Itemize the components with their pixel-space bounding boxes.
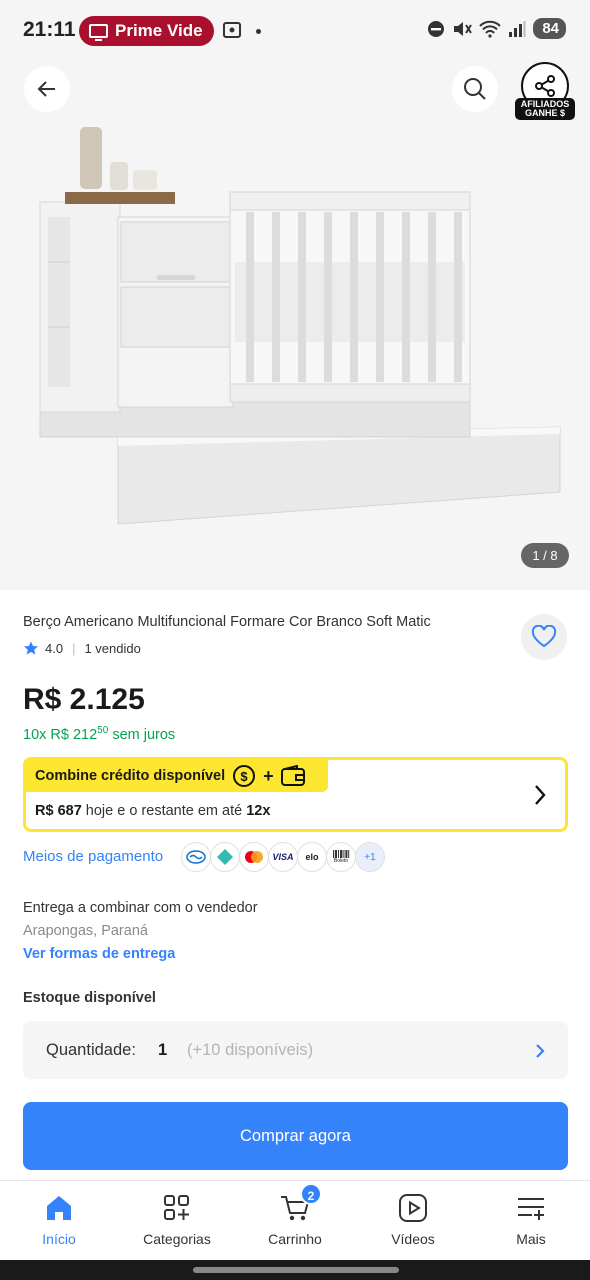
- stock-title: Estoque disponível: [23, 990, 156, 1006]
- installments: 10x R$ 21250 sem juros: [23, 725, 175, 743]
- mute-icon: [454, 21, 473, 36]
- nav-categories-label: Categorias: [143, 1231, 211, 1247]
- credit-description: hoje e o restante em até: [85, 803, 243, 819]
- share-icon: [535, 75, 555, 97]
- prime-video-label: Prime Vide: [115, 21, 203, 40]
- search-icon: [464, 78, 486, 100]
- status-right: 84: [427, 18, 566, 39]
- boleto-text: Boleto: [333, 858, 349, 864]
- visa-text: VISA: [272, 852, 294, 862]
- video-icon: [394, 1191, 432, 1225]
- nav-home[interactable]: Início: [0, 1181, 118, 1261]
- rating-value: 4.0: [45, 640, 64, 656]
- chevron-right-icon: [536, 1044, 545, 1058]
- sold-count: 1 vendido: [84, 640, 141, 656]
- nav-home-label: Início: [42, 1231, 76, 1247]
- elo-icon: elo: [297, 842, 327, 872]
- installments-cents: 50: [97, 725, 109, 736]
- status-bar: 21:11 Prime Vide 84: [0, 0, 590, 62]
- tv-icon: [89, 24, 108, 41]
- rating-separator: |: [72, 640, 76, 656]
- back-button[interactable]: [24, 66, 70, 112]
- wallet-icon: [280, 765, 305, 786]
- delivery-options-link[interactable]: Ver formas de entrega: [23, 946, 175, 962]
- credit-offer-card[interactable]: Combine crédito disponível $ + R$ 687 ho…: [23, 757, 568, 832]
- nav-categories[interactable]: Categorias: [118, 1181, 236, 1261]
- quantity-selector[interactable]: Quantidade: 1 (+10 disponíveis): [23, 1021, 568, 1079]
- delivery-location: Arapongas, Paraná: [23, 923, 148, 939]
- mercadopago-icon: [181, 842, 211, 872]
- payment-methods-link[interactable]: Meios de pagamento: [23, 848, 163, 865]
- favorite-button[interactable]: [521, 614, 567, 660]
- plus-sign: +: [263, 765, 274, 786]
- home-icon: [40, 1191, 78, 1225]
- product-title: Berço Americano Multifuncional Formare C…: [23, 614, 431, 630]
- product-gallery[interactable]: AFILIADOS GANHE $ 1 / 8: [0, 62, 590, 590]
- signal-icon: [509, 20, 526, 37]
- price: R$ 2.125: [23, 683, 145, 716]
- status-time: 21:11: [23, 18, 76, 41]
- search-button[interactable]: [452, 66, 498, 112]
- credit-amount: R$ 687: [35, 803, 82, 819]
- installments-amount: 10x R$ 212: [23, 726, 98, 743]
- boleto-icon: Boleto: [326, 842, 356, 872]
- delivery-title: Entrega a combinar com o vendedor: [23, 900, 258, 916]
- quantity-value: 1: [158, 1041, 168, 1059]
- mastercard-icon: [239, 842, 269, 872]
- screen-cast-icon: [223, 22, 241, 38]
- visa-icon: VISA: [268, 842, 298, 872]
- buy-now-button[interactable]: Comprar agora: [23, 1102, 568, 1170]
- affiliate-badge[interactable]: AFILIADOS GANHE $: [515, 98, 575, 120]
- categories-icon: [158, 1191, 196, 1225]
- quantity-label: Quantidade:: [46, 1041, 136, 1059]
- payment-icons[interactable]: VISA elo Boleto +1: [181, 842, 385, 872]
- elo-text: elo: [305, 852, 319, 862]
- pix-icon: [210, 842, 240, 872]
- nav-cart-label: Carrinho: [268, 1231, 322, 1247]
- back-arrow-icon: [37, 81, 55, 97]
- chevron-right-icon: [535, 785, 546, 805]
- wifi-icon: [479, 20, 502, 38]
- coin-icon: $: [233, 765, 256, 787]
- prime-video-pill[interactable]: Prime Vide: [79, 16, 214, 46]
- notification-dot: [256, 29, 261, 34]
- nav-videos[interactable]: Vídeos: [354, 1181, 472, 1261]
- home-gesture-pill[interactable]: [193, 1267, 399, 1273]
- heart-icon: [531, 625, 557, 648]
- gesture-bar: [0, 1260, 590, 1280]
- rating-row[interactable]: 4.0 | 1 vendido: [23, 640, 141, 656]
- credit-text: R$ 687 hoje e o restante em até 12x: [35, 803, 270, 819]
- svg-text:$: $: [241, 769, 249, 784]
- cart-badge: 2: [300, 1183, 322, 1205]
- nav-more-label: Mais: [516, 1231, 546, 1247]
- installments-suffix: sem juros: [112, 726, 176, 743]
- credit-banner-label: Combine crédito disponível: [35, 768, 226, 784]
- star-icon: [24, 641, 38, 655]
- image-counter: 1 / 8: [521, 543, 569, 568]
- credit-banner: Combine crédito disponível $ +: [26, 760, 328, 792]
- product-photo[interactable]: [30, 122, 570, 532]
- nav-more[interactable]: Mais: [472, 1181, 590, 1261]
- battery-indicator: 84: [533, 18, 566, 39]
- nav-cart[interactable]: 2 Carrinho: [236, 1181, 354, 1261]
- credit-installments: 12x: [246, 803, 271, 819]
- more-payment-methods[interactable]: +1: [355, 842, 385, 872]
- nav-videos-label: Vídeos: [391, 1231, 435, 1247]
- bottom-nav: Início Categorias 2 Carrinho Vídeos Mais: [0, 1180, 590, 1260]
- more-icon: [512, 1191, 550, 1225]
- quantity-available: (+10 disponíveis): [187, 1041, 314, 1059]
- dnd-icon: [428, 20, 445, 37]
